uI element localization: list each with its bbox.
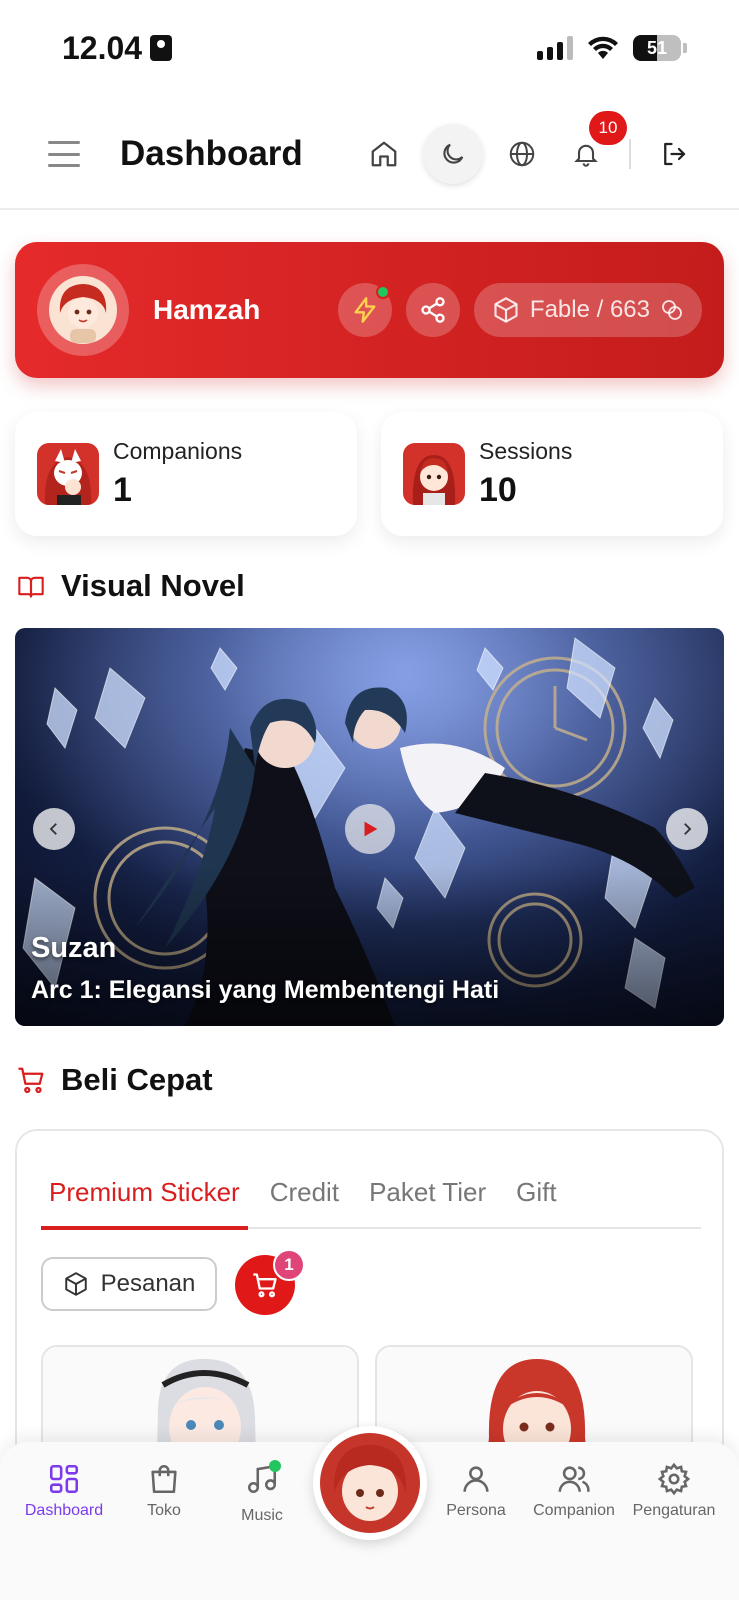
beli-cepat-heading: Beli Cepat bbox=[15, 1062, 213, 1098]
shop-tabs: Premium Sticker Credit Paket Tier Gift bbox=[41, 1159, 701, 1230]
companion-avatar-icon bbox=[37, 443, 99, 505]
status-time: 12.04 bbox=[62, 29, 173, 67]
nav-toko[interactable]: Toko bbox=[114, 1462, 214, 1520]
section-title-text: Visual Novel bbox=[61, 568, 245, 603]
stat-label: Sessions bbox=[479, 438, 573, 464]
share-button[interactable] bbox=[405, 283, 460, 337]
notifications-button[interactable]: 10 bbox=[561, 111, 627, 179]
nav-label: Companion bbox=[533, 1502, 615, 1519]
sessions-stat-text: Sessions 10 bbox=[479, 438, 572, 510]
nav-pengaturan[interactable]: Pengaturan bbox=[624, 1462, 724, 1520]
package-icon bbox=[64, 1272, 87, 1296]
share-icon bbox=[421, 297, 445, 323]
music-icon-wrap bbox=[245, 1460, 281, 1501]
companion-avatar bbox=[320, 1433, 420, 1533]
cart-count-badge: 1 bbox=[273, 1249, 305, 1281]
status-bar: 12.04 51 bbox=[0, 0, 739, 96]
header-divider bbox=[629, 139, 631, 169]
chevron-left-icon bbox=[49, 823, 57, 835]
page-title: Dashboard bbox=[120, 134, 303, 173]
battery-cap bbox=[683, 43, 687, 53]
tab-gift[interactable]: Gift bbox=[508, 1159, 564, 1227]
bottom-navigation: Dashboard Toko Music Persona Companion P… bbox=[0, 1426, 739, 1600]
moon-icon bbox=[443, 143, 464, 164]
stat-label: Companions bbox=[113, 438, 243, 464]
wifi-icon bbox=[588, 36, 618, 59]
fable-tier-pill[interactable]: Fable / 663 bbox=[473, 283, 702, 337]
play-icon bbox=[364, 821, 378, 837]
clock-text: 12.04 bbox=[62, 29, 143, 66]
carousel-prev-button[interactable] bbox=[33, 808, 75, 850]
tab-paket-tier[interactable]: Paket Tier bbox=[361, 1159, 494, 1227]
visual-novel-banner[interactable]: Suzan Arc 1: Elegansi yang Membentengi H… bbox=[15, 628, 724, 1026]
notification-badge: 10 bbox=[589, 111, 627, 145]
play-button[interactable] bbox=[345, 804, 395, 854]
session-avatar-icon bbox=[403, 443, 465, 505]
user-name: Hamzah bbox=[153, 294, 261, 325]
stat-value: 10 bbox=[479, 471, 517, 509]
header-actions: 10 bbox=[359, 111, 699, 184]
language-button[interactable] bbox=[497, 129, 547, 179]
gear-icon bbox=[657, 1462, 691, 1496]
nav-label: Toko bbox=[147, 1502, 181, 1519]
banner-subtitle: Arc 1: Elegansi yang Membentengi Hati bbox=[31, 976, 500, 1004]
nav-label: Dashboard bbox=[24, 1502, 104, 1519]
nav-music[interactable]: Music bbox=[212, 1460, 312, 1525]
logout-button[interactable] bbox=[649, 129, 699, 179]
coins-icon bbox=[662, 300, 682, 320]
banner-title: Suzan bbox=[31, 932, 117, 964]
carousel-next-button[interactable] bbox=[666, 808, 708, 850]
nav-label: Music bbox=[241, 1507, 283, 1524]
shopping-cart-icon bbox=[18, 1067, 44, 1094]
nav-center-avatar-button[interactable] bbox=[313, 1426, 427, 1540]
battery-level: 51 bbox=[646, 37, 668, 58]
visual-novel-heading: Visual Novel bbox=[15, 568, 245, 604]
dashboard-grid-icon bbox=[49, 1464, 79, 1494]
stat-value: 1 bbox=[113, 471, 132, 509]
logout-icon bbox=[664, 142, 686, 166]
cart-button[interactable]: 1 bbox=[235, 1249, 305, 1315]
lightning-icon bbox=[354, 297, 376, 323]
avatar-illustration bbox=[49, 276, 117, 344]
globe-icon bbox=[509, 141, 535, 167]
id-card-icon bbox=[150, 35, 173, 61]
tab-credit[interactable]: Credit bbox=[262, 1159, 347, 1227]
nav-label: Pengaturan bbox=[632, 1502, 716, 1519]
companions-stat-text: Companions 1 bbox=[113, 438, 242, 510]
dark-mode-button[interactable] bbox=[423, 124, 483, 184]
home-button[interactable] bbox=[359, 129, 409, 179]
battery-icon: 51 bbox=[633, 35, 681, 61]
book-open-icon bbox=[18, 576, 44, 598]
shopping-cart-icon bbox=[253, 1273, 277, 1298]
user-avatar[interactable] bbox=[37, 264, 129, 356]
nav-dashboard[interactable]: Dashboard bbox=[14, 1462, 114, 1520]
cellular-signal-icon bbox=[537, 36, 573, 60]
sessions-stat-card[interactable]: Sessions 10 bbox=[381, 412, 723, 536]
home-icon bbox=[371, 141, 397, 167]
bell-icon bbox=[574, 144, 598, 167]
new-music-dot bbox=[269, 1460, 281, 1472]
hamburger-menu-icon[interactable] bbox=[48, 141, 80, 167]
online-status-dot bbox=[375, 285, 390, 299]
shopping-bag-icon bbox=[151, 1464, 177, 1494]
nav-persona[interactable]: Persona bbox=[426, 1462, 526, 1520]
orders-label: Pesanan bbox=[100, 1270, 196, 1297]
status-indicators: 51 bbox=[537, 35, 687, 61]
chevron-right-icon bbox=[684, 823, 692, 835]
nav-label: Persona bbox=[446, 1502, 506, 1519]
user-icon bbox=[463, 1466, 489, 1492]
app-header: Dashboard 10 bbox=[0, 100, 739, 210]
fable-label: Fable / 663 bbox=[529, 296, 650, 323]
users-icon bbox=[558, 1466, 590, 1493]
package-icon bbox=[494, 297, 518, 323]
nav-companion[interactable]: Companion bbox=[524, 1462, 624, 1520]
energy-button[interactable] bbox=[337, 283, 392, 337]
profile-card: Hamzah Fable / 663 bbox=[15, 242, 724, 378]
orders-button[interactable]: Pesanan bbox=[41, 1257, 217, 1311]
companions-stat-card[interactable]: Companions 1 bbox=[15, 412, 357, 536]
tab-premium-sticker[interactable]: Premium Sticker bbox=[41, 1159, 248, 1230]
section-title-text: Beli Cepat bbox=[61, 1062, 213, 1097]
